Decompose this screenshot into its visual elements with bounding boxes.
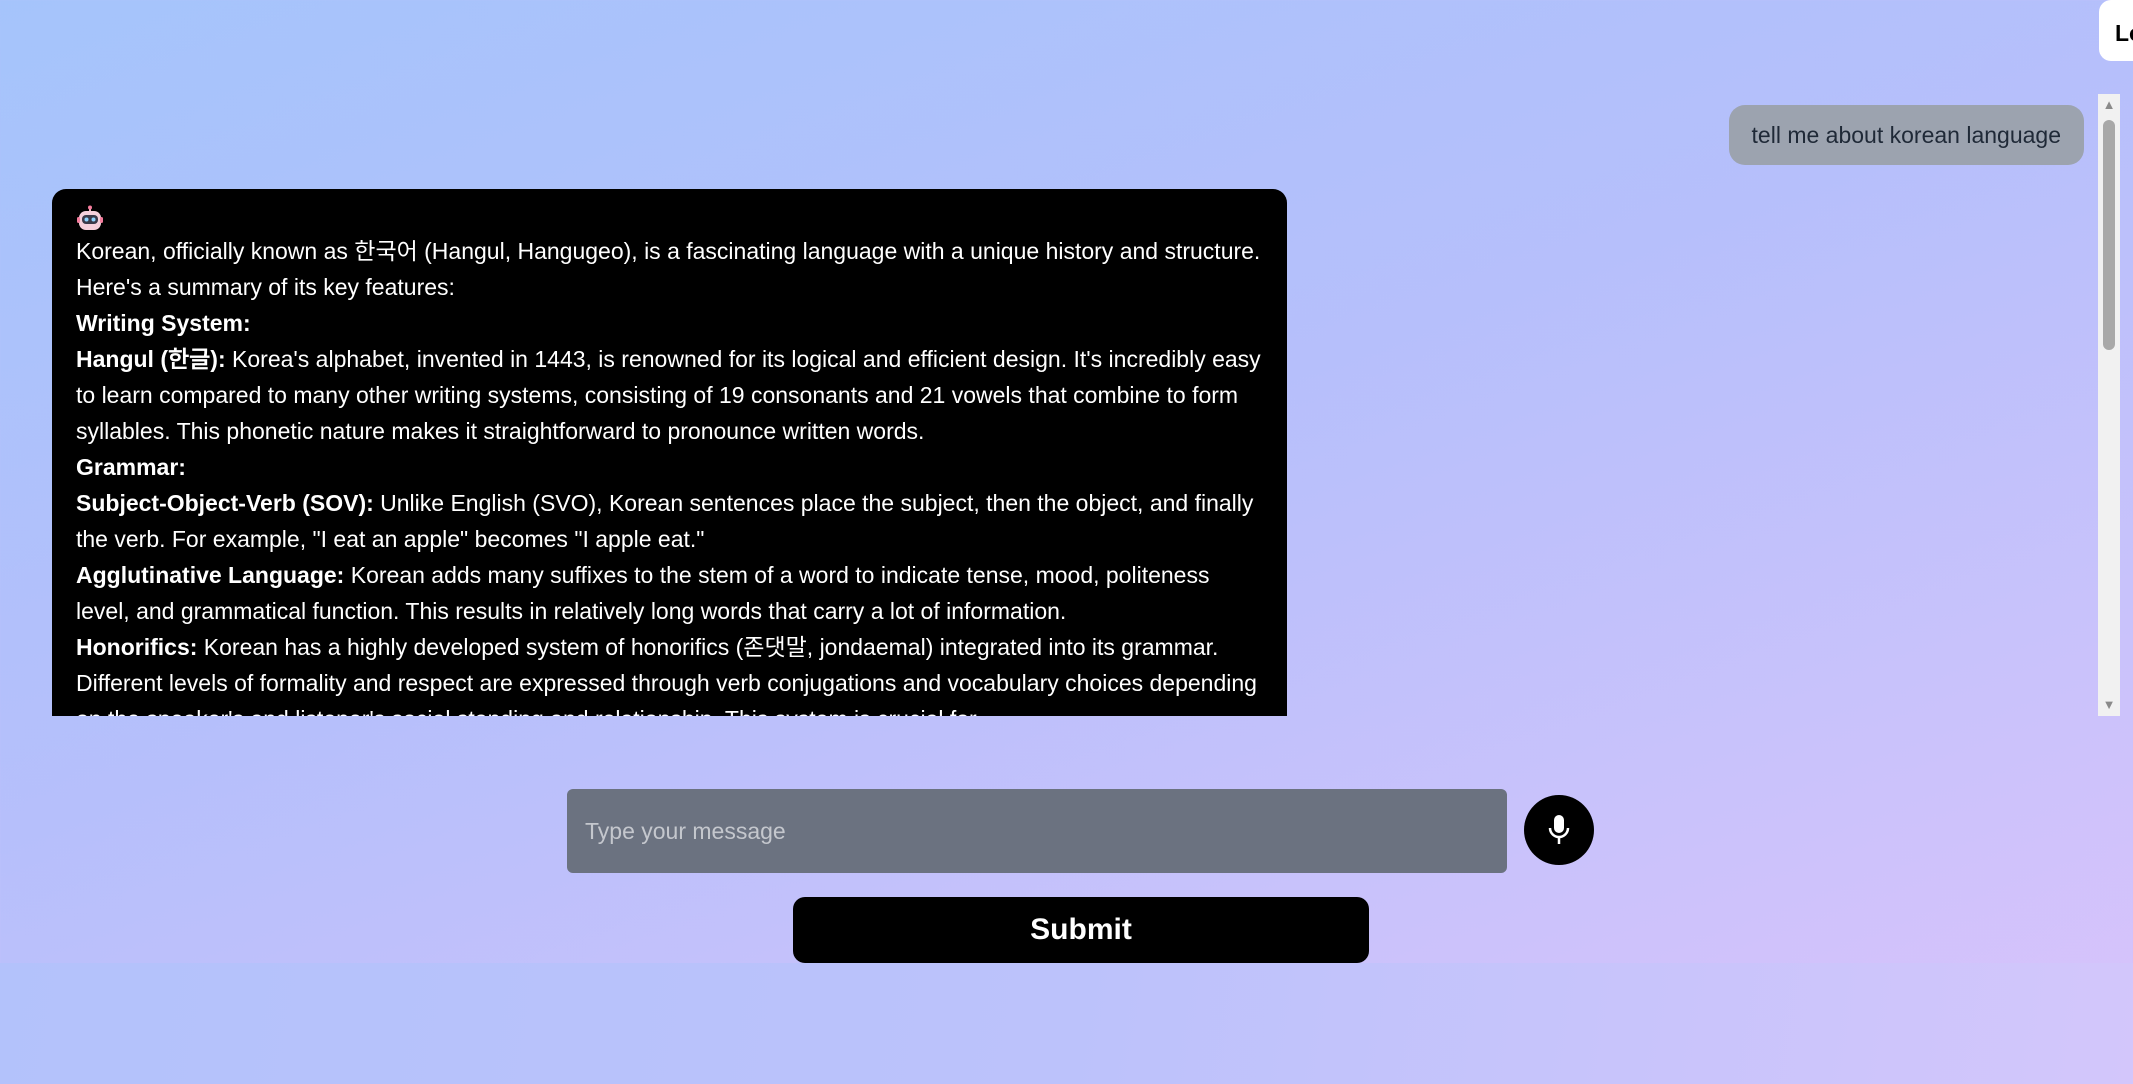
hangul-description: Korea's alphabet, invented in 1443, is r… bbox=[76, 346, 1261, 444]
agglutinative-term: Agglutinative Language: bbox=[76, 562, 345, 588]
scroll-down-arrow-icon[interactable]: ▼ bbox=[2098, 694, 2120, 716]
top-right-login-tab[interactable]: Lo bbox=[2099, 0, 2133, 61]
hangul-term: Hangul (한글): bbox=[76, 346, 226, 372]
scrollbar-thumb[interactable] bbox=[2103, 120, 2115, 350]
bot-hangul-paragraph: Hangul (한글): Korea's alphabet, invented … bbox=[76, 341, 1263, 449]
section-heading-grammar: Grammar: bbox=[76, 454, 186, 480]
robot-avatar-icon bbox=[77, 205, 103, 230]
chat-scrollbar[interactable]: ▲ ▼ bbox=[2098, 94, 2120, 716]
section-heading-writing: Writing System: bbox=[76, 310, 251, 336]
user-message-text: tell me about korean language bbox=[1751, 122, 2061, 148]
user-message-bubble: tell me about korean language bbox=[1728, 105, 2084, 165]
chat-history[interactable]: tell me about korean language Korean, of… bbox=[0, 90, 2120, 716]
microphone-icon bbox=[1548, 815, 1570, 844]
submit-button[interactable]: Submit bbox=[793, 897, 1369, 963]
bot-intro-paragraph: Korean, officially known as 한국어 (Hangul,… bbox=[76, 238, 1261, 300]
top-right-tab-label: Lo bbox=[2115, 20, 2133, 46]
honorifics-description: Korean has a highly developed system of … bbox=[76, 634, 1257, 716]
bot-honorifics-paragraph: Honorifics: Korean has a highly develope… bbox=[76, 629, 1263, 716]
sov-term: Subject-Object-Verb (SOV): bbox=[76, 490, 374, 516]
honorifics-term: Honorifics: bbox=[76, 634, 198, 660]
scroll-up-arrow-icon[interactable]: ▲ bbox=[2098, 94, 2120, 116]
message-input[interactable] bbox=[567, 789, 1507, 873]
microphone-button[interactable] bbox=[1524, 795, 1594, 865]
bot-agglutinative-paragraph: Agglutinative Language: Korean adds many… bbox=[76, 557, 1263, 629]
bot-message-bubble: Korean, officially known as 한국어 (Hangul,… bbox=[52, 189, 1287, 716]
bot-sov-paragraph: Subject-Object-Verb (SOV): Unlike Englis… bbox=[76, 485, 1263, 557]
page-footer-band bbox=[0, 963, 2133, 1084]
